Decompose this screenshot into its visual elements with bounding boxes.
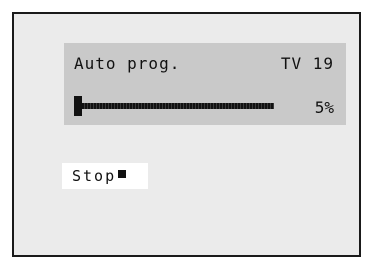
tv-screen: Auto prog. TV 19 5% Stop [12, 12, 361, 257]
progress-fill [74, 96, 82, 116]
progress-bar [74, 96, 274, 116]
auto-program-title: Auto prog. [74, 54, 181, 73]
stop-button-label: Stop [72, 167, 117, 185]
stop-square-icon [118, 170, 127, 178]
stop-button[interactable]: Stop [62, 163, 148, 189]
progress-percent: 5% [314, 98, 334, 117]
progress-track-rail [82, 103, 274, 109]
auto-program-panel: Auto prog. TV 19 5% [64, 43, 346, 125]
channel-indicator: TV 19 [280, 54, 334, 73]
